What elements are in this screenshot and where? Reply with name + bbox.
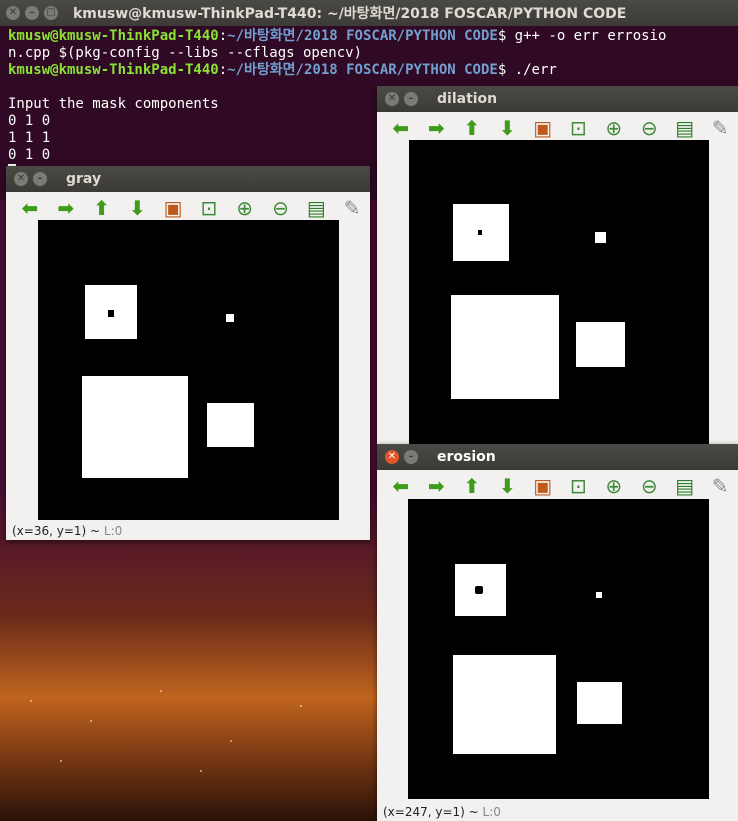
picture-icon[interactable]: ▣ (525, 114, 561, 142)
white-dot (226, 314, 234, 322)
arrow-left-icon[interactable]: ⬅ (383, 114, 419, 142)
arrow-right-icon[interactable]: ➡ (419, 472, 455, 500)
arrow-down-icon[interactable]: ⬇ (490, 472, 526, 500)
white-square (82, 376, 188, 478)
terminal-title: kmusw@kmusw-ThinkPad-T440: ~/바탕화면/2018 F… (73, 6, 627, 22)
prompt-user: kmusw@kmusw-ThinkPad-T440 (8, 62, 219, 78)
arrow-up-icon[interactable]: ⬆ (454, 114, 490, 142)
prompt-path: ~/바탕화면/2018 FOSCAR/PYTHON CODE (227, 62, 498, 78)
arrow-down-icon[interactable]: ⬇ (119, 194, 155, 222)
cursor-position: (x=36, y=1) ~ (12, 524, 104, 538)
command-line-cont: n.cpp $(pkg-config --libs --cflags openc… (8, 45, 363, 61)
window-title: erosion (437, 449, 496, 465)
save-icon[interactable]: ▤ (667, 114, 703, 142)
close-icon[interactable]: ✕ (6, 6, 20, 20)
brush-icon[interactable]: ✎ (334, 194, 370, 222)
white-square (576, 322, 625, 367)
cursor-position: (x=247, y=1) ~ (383, 805, 483, 819)
white-square (577, 682, 622, 724)
arrow-left-icon[interactable]: ⬅ (12, 194, 48, 222)
dilation-window[interactable]: ✕ – dilation ⬅ ➡ ⬆ ⬇ ▣ ⊡ ⊕ ⊖ ▤ ✎ (377, 86, 738, 446)
star (160, 690, 162, 692)
star (90, 720, 92, 722)
pixel-value: L:0 (482, 805, 501, 819)
dilation-titlebar[interactable]: ✕ – dilation (377, 86, 738, 112)
black-dot (478, 230, 482, 235)
zoom-in-icon[interactable]: ⊕ (596, 114, 632, 142)
save-icon[interactable]: ▤ (298, 194, 334, 222)
arrow-up-icon[interactable]: ⬆ (84, 194, 120, 222)
zoom-in-icon[interactable]: ⊕ (596, 472, 632, 500)
close-icon[interactable]: ✕ (385, 92, 399, 106)
maximize-icon[interactable]: ▢ (44, 6, 58, 20)
zoom-fit-icon[interactable]: ⊡ (191, 194, 227, 222)
star (30, 700, 32, 702)
window-title: gray (66, 171, 102, 187)
zoom-fit-icon[interactable]: ⊡ (561, 472, 597, 500)
output-line: 1 1 1 (8, 130, 51, 146)
status-bar: (x=36, y=1) ~ L:0 (6, 522, 370, 540)
image-canvas[interactable] (409, 140, 709, 446)
white-square (207, 403, 254, 447)
zoom-out-icon[interactable]: ⊖ (263, 194, 299, 222)
command-line: $ ./err (497, 62, 557, 78)
white-square (451, 295, 559, 399)
arrow-left-icon[interactable]: ⬅ (383, 472, 419, 500)
prompt-user: kmusw@kmusw-ThinkPad-T440 (8, 28, 219, 44)
close-icon[interactable]: ✕ (385, 450, 399, 464)
erosion-window[interactable]: ✕ – erosion ⬅ ➡ ⬆ ⬇ ▣ ⊡ ⊕ ⊖ ▤ ✎ (x=247, … (377, 444, 738, 821)
white-dot (596, 592, 602, 598)
zoom-in-icon[interactable]: ⊕ (227, 194, 263, 222)
brush-icon[interactable]: ✎ (703, 114, 738, 142)
gray-titlebar[interactable]: ✕ – gray (6, 166, 370, 192)
minimize-icon[interactable]: – (404, 450, 418, 464)
arrow-up-icon[interactable]: ⬆ (454, 472, 490, 500)
image-toolbar: ⬅ ➡ ⬆ ⬇ ▣ ⊡ ⊕ ⊖ ▤ ✎ (377, 470, 738, 502)
star (230, 740, 232, 742)
star (200, 770, 202, 772)
output-line: 0 1 0 (8, 113, 51, 129)
erosion-titlebar[interactable]: ✕ – erosion (377, 444, 738, 470)
close-icon[interactable]: ✕ (14, 172, 28, 186)
minimize-icon[interactable]: – (25, 6, 39, 20)
save-icon[interactable]: ▤ (667, 472, 703, 500)
picture-icon[interactable]: ▣ (155, 194, 191, 222)
star (60, 760, 62, 762)
white-dot (595, 232, 606, 243)
zoom-out-icon[interactable]: ⊖ (632, 114, 668, 142)
star (300, 705, 302, 707)
minimize-icon[interactable]: – (404, 92, 418, 106)
prompt-path: ~/바탕화면/2018 FOSCAR/PYTHON CODE (227, 28, 498, 44)
arrow-right-icon[interactable]: ➡ (48, 194, 84, 222)
picture-icon[interactable]: ▣ (525, 472, 561, 500)
terminal-titlebar[interactable]: ✕ – ▢ kmusw@kmusw-ThinkPad-T440: ~/바탕화면/… (0, 0, 738, 26)
output-line: 0 1 0 (8, 147, 51, 163)
zoom-out-icon[interactable]: ⊖ (632, 472, 668, 500)
minimize-icon[interactable]: – (33, 172, 47, 186)
arrow-down-icon[interactable]: ⬇ (490, 114, 526, 142)
white-square (453, 655, 556, 754)
window-title: dilation (437, 91, 498, 107)
zoom-fit-icon[interactable]: ⊡ (561, 114, 597, 142)
pixel-value: L:0 (103, 524, 123, 538)
arrow-right-icon[interactable]: ➡ (419, 114, 455, 142)
image-canvas[interactable] (38, 220, 339, 520)
brush-icon[interactable]: ✎ (703, 472, 738, 500)
image-canvas[interactable] (408, 499, 709, 799)
gray-window[interactable]: ✕ – gray ⬅ ➡ ⬆ ⬇ ▣ ⊡ ⊕ ⊖ ▤ ✎ (x=36, y=1)… (6, 166, 370, 540)
output-line: Input the mask components (8, 96, 219, 112)
black-dot (108, 310, 114, 317)
status-bar: (x=247, y=1) ~ L:0 (377, 803, 738, 821)
black-dot (475, 586, 483, 594)
command-line: $ g++ -o err errosio (497, 28, 667, 44)
